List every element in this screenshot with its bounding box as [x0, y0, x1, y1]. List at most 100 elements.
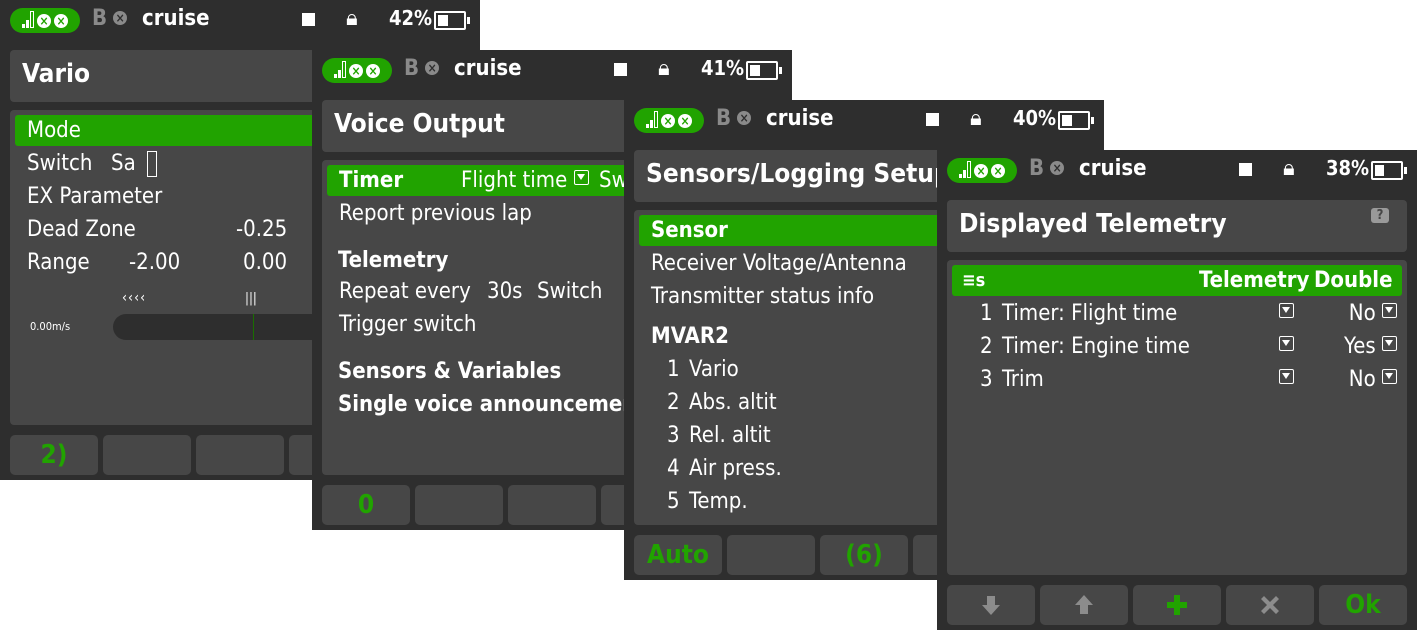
battery-icon — [1058, 111, 1094, 130]
row-label: Repeat every — [339, 279, 471, 304]
page-title: Displayed Telemetry — [959, 209, 1227, 239]
list-sort-icon[interactable]: ≡s — [962, 265, 985, 296]
model-name: cruise — [1079, 156, 1147, 181]
row-label: Range — [27, 250, 90, 275]
dropdown-arrow-icon — [1382, 369, 1397, 384]
telemetry-dropdown[interactable] — [1279, 331, 1294, 362]
arrow-down-icon — [982, 596, 1000, 615]
switch-value[interactable]: Sa — [111, 148, 136, 179]
lock-icon[interactable]: 🔒︎ — [1283, 156, 1295, 181]
sensor-count-button[interactable]: (6) — [820, 535, 908, 575]
signal-bars-icon — [646, 111, 658, 128]
section-title: Telemetry — [338, 248, 449, 273]
column-header-telemetry: Telemetry — [1199, 268, 1310, 293]
sensor-index: 3 — [667, 423, 680, 448]
battery-percent: 40% — [1013, 106, 1057, 130]
receiver-off-icon: × — [113, 11, 128, 25]
signal-pill[interactable]: × × — [947, 158, 1017, 183]
row-label: EX Parameter — [27, 184, 163, 209]
signal-bars-icon — [22, 11, 34, 28]
delete-button[interactable] — [1226, 585, 1314, 625]
help-icon[interactable]: ? — [1371, 208, 1389, 223]
dropdown-arrow-icon — [1382, 303, 1397, 318]
timer-value[interactable]: Flight time — [461, 165, 589, 196]
page-title: Sensors/Logging Setup — [646, 159, 951, 189]
lock-icon[interactable]: 🔒︎ — [658, 56, 670, 81]
battery-icon — [434, 11, 470, 30]
page-title: Vario — [22, 59, 91, 89]
double-dropdown[interactable]: Yes — [1344, 331, 1397, 362]
row-label: Sensor — [651, 218, 728, 243]
sensor-index: 2 — [667, 390, 680, 415]
row-index: 3 — [980, 367, 993, 392]
telemetry-name: Trim — [1002, 367, 1044, 392]
model-name: cruise — [454, 56, 522, 81]
row-index: 1 — [980, 301, 993, 326]
page-title: Voice Output — [334, 109, 505, 139]
telemetry-dropdown[interactable] — [1279, 364, 1294, 395]
button-3[interactable] — [196, 435, 284, 475]
signal-pill[interactable]: × × — [322, 58, 392, 83]
table-row[interactable]: 2 Timer: Engine time Yes — [952, 331, 1402, 362]
tx-status-icon: × — [991, 163, 1005, 178]
row-label: Trigger switch — [339, 312, 477, 337]
status-bar: × × B × cruise 🔒︎ 42% — [0, 0, 480, 40]
sensor-name: Temp. — [689, 489, 748, 514]
switch-position-icon — [147, 151, 157, 177]
square-icon — [302, 13, 315, 26]
button-3[interactable] — [508, 485, 596, 525]
group-label: MVAR2 — [651, 324, 729, 349]
panel-displayed-telemetry: × × B × cruise 🔒︎ 38% Displayed Telemetry… — [937, 150, 1417, 630]
receiver-off-icon: × — [425, 61, 440, 75]
row-label: Report previous lap — [339, 201, 532, 226]
ok-button[interactable]: Ok — [1319, 585, 1407, 625]
repeat-value[interactable]: 30s — [487, 276, 523, 307]
content-area: ≡s Telemetry Double 1 Timer: Flight time N… — [947, 260, 1407, 575]
move-down-button[interactable] — [947, 585, 1035, 625]
table-header: ≡s Telemetry Double — [952, 265, 1402, 296]
auto-button[interactable]: Auto — [634, 535, 722, 575]
range-min-value[interactable]: -2.00 — [129, 247, 180, 278]
dead-zone-value[interactable]: -0.25 — [236, 214, 287, 245]
battery-percent: 38% — [1326, 156, 1370, 180]
sensor-name: Abs. altit — [689, 390, 777, 415]
signal-bars-icon — [334, 61, 346, 78]
double-dropdown[interactable]: No — [1349, 298, 1397, 329]
lock-icon[interactable]: 🔒︎ — [970, 106, 982, 131]
gauge-value: 0.00m/s — [30, 320, 71, 333]
dropdown-arrow-icon — [1279, 303, 1294, 318]
status-bar: × × B × cruise 🔒︎ 38% — [937, 150, 1417, 190]
lock-icon[interactable]: 🔒︎ — [346, 6, 358, 31]
move-up-button[interactable] — [1040, 585, 1128, 625]
rx-status-icon: × — [974, 163, 988, 178]
table-row[interactable]: 3 Trim No — [952, 364, 1402, 395]
button-1[interactable]: 2) — [10, 435, 98, 475]
range-max-value[interactable]: 0.00 — [243, 247, 287, 278]
arrow-up-icon — [1075, 595, 1093, 614]
rx-status-icon: × — [37, 13, 51, 28]
button-1[interactable]: 0 — [322, 485, 410, 525]
repeat-switch[interactable]: Switch — [537, 276, 602, 307]
gauge-arrows: ‹‹‹‹ — [122, 290, 147, 306]
battery-icon — [1371, 161, 1407, 180]
receiver-indicator: B × — [92, 6, 128, 31]
sensor-name: Rel. altit — [689, 423, 771, 448]
double-dropdown[interactable]: No — [1349, 364, 1397, 395]
button-2[interactable] — [727, 535, 815, 575]
add-button[interactable] — [1133, 585, 1221, 625]
sensor-index: 5 — [667, 489, 680, 514]
button-row: Ok — [947, 585, 1407, 625]
telemetry-name: Timer: Flight time — [1002, 301, 1178, 326]
signal-pill[interactable]: × × — [10, 8, 80, 33]
rx-status-icon: × — [349, 63, 363, 78]
receiver-indicator: B × — [716, 106, 752, 131]
tx-status-icon: × — [366, 63, 380, 78]
button-2[interactable] — [103, 435, 191, 475]
battery-percent: 41% — [701, 56, 745, 80]
battery-icon — [746, 61, 782, 80]
telemetry-dropdown[interactable] — [1279, 298, 1294, 329]
table-row[interactable]: 1 Timer: Flight time No — [952, 298, 1402, 329]
signal-pill[interactable]: × × — [634, 108, 704, 133]
button-2[interactable] — [415, 485, 503, 525]
tx-status-icon: × — [678, 113, 692, 128]
